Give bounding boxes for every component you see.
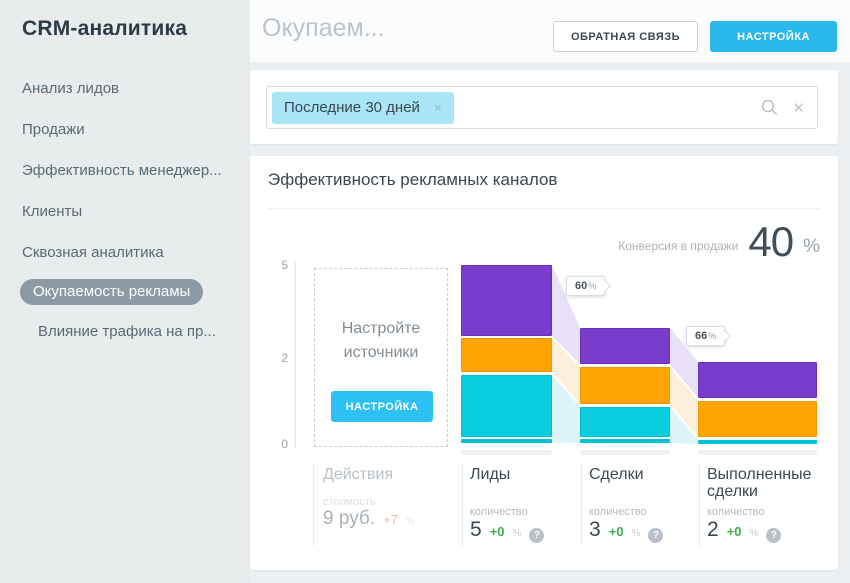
date-range-chip[interactable]: Последние 30 дней × — [272, 92, 454, 124]
bar-deals-cyan-segment[interactable] — [580, 407, 670, 437]
stat-actions-value-row: 9 руб. +7 % — [323, 508, 415, 530]
ribbon-cyan-2 — [670, 407, 698, 444]
ribbon-orange-1 — [552, 338, 580, 404]
setup-sources-text: Настройте источники — [315, 317, 447, 365]
bar-deals-track — [580, 450, 670, 455]
sidebar-item-ad-payback-active[interactable]: Окупаемость рекламы — [20, 279, 203, 305]
stat-completed-delta-unit: % — [750, 528, 759, 539]
y-tick-0: 0 — [272, 437, 288, 451]
bar-deals-orange-segment[interactable] — [580, 367, 670, 404]
stat-separator — [699, 464, 700, 546]
conversion-value: 40 — [748, 218, 793, 266]
sidebar-item-sales[interactable]: Продажи — [22, 121, 85, 138]
stat-leads-delta: +0 — [490, 524, 505, 539]
sidebar-item-traffic-influence[interactable]: Влияние трафика на пр... — [38, 323, 216, 340]
chart-title: Эффективность рекламных каналов — [268, 170, 557, 190]
stat-actions-title: Действия — [323, 466, 393, 483]
feedback-button[interactable]: ОБРАТНАЯ СВЯЗЬ — [553, 21, 698, 52]
sidebar: CRM-аналитика Анализ лидов Продажи Эффек… — [0, 0, 250, 583]
y-tick-2: 2 — [272, 351, 288, 365]
stat-deals-sublabel: количество — [589, 506, 647, 518]
stat-actions-sublabel: стоимость — [323, 496, 376, 508]
stat-leads-title: Лиды — [470, 466, 510, 483]
conversion-to-sales: Конверсия в продажи 40 % — [618, 218, 820, 266]
help-icon[interactable]: ? — [529, 528, 544, 543]
bar-completed-track — [698, 450, 817, 455]
bar-completed-orange-segment[interactable] — [698, 401, 817, 437]
bar-leads-base-strip — [461, 439, 552, 443]
stat-completed-sublabel: количество — [707, 506, 765, 518]
stat-deals-title: Сделки — [589, 466, 644, 483]
sidebar-item-clients[interactable]: Клиенты — [22, 203, 82, 220]
filter-panel: Последние 30 дней × ✕ — [250, 70, 838, 144]
clear-filter-icon[interactable]: ✕ — [792, 99, 805, 117]
transition-badge-66: 66 % — [686, 326, 725, 346]
stat-deals-value: 3 — [589, 518, 601, 542]
stat-leads-value-row: 5 +0 % ? — [470, 518, 544, 542]
settings-button[interactable]: НАСТРОЙКА — [710, 21, 837, 52]
y-tick-5: 5 — [272, 258, 288, 272]
filter-searchbox[interactable]: Последние 30 дней × ✕ — [266, 86, 818, 129]
stat-completed-title: Выполненные сделки — [707, 466, 822, 500]
stat-actions-delta-unit: % — [406, 516, 415, 527]
stat-leads-sublabel: количество — [470, 506, 528, 518]
bar-leads-orange-segment[interactable] — [461, 338, 552, 372]
stat-leads-delta-unit: % — [513, 528, 522, 539]
ribbon-cyan-1 — [552, 375, 580, 443]
setup-sources-placeholder: Настройте источники НАСТРОЙКА — [314, 268, 448, 447]
chart-panel: Эффективность рекламных каналов Конверси… — [250, 156, 838, 570]
search-icon[interactable] — [761, 99, 778, 116]
page-header: Окупаем... ОБРАТНАЯ СВЯЗЬ НАСТРОЙКА — [250, 0, 850, 62]
bar-deals-purple-segment[interactable] — [580, 328, 670, 364]
page-title: Окупаем... — [262, 14, 385, 43]
stat-separator — [313, 464, 314, 546]
divider — [268, 208, 820, 209]
stat-deals-value-row: 3 +0 % ? — [589, 518, 663, 542]
bar-leads-track — [461, 450, 552, 455]
setup-sources-button[interactable]: НАСТРОЙКА — [331, 391, 433, 422]
stat-separator — [581, 464, 582, 546]
stat-leads-value: 5 — [470, 518, 482, 542]
stat-actions-delta: +7 — [383, 512, 398, 527]
stat-actions-value: 9 руб. — [323, 508, 375, 530]
stat-deals-delta: +0 — [609, 524, 624, 539]
bar-leads-cyan-segment[interactable] — [461, 375, 552, 437]
chip-close-icon[interactable]: × — [434, 101, 442, 114]
ribbon-orange-2 — [670, 367, 698, 437]
help-icon[interactable]: ? — [648, 528, 663, 543]
app-title: CRM-аналитика — [22, 17, 187, 41]
bar-completed-cyan-strip[interactable] — [698, 440, 817, 444]
stat-completed-value-row: 2 +0 % ? — [707, 518, 781, 542]
date-range-chip-label: Последние 30 дней — [284, 99, 420, 116]
filter-search-input[interactable] — [454, 87, 762, 128]
sidebar-item-manager-efficiency[interactable]: Эффективность менеджер... — [22, 162, 222, 179]
bar-leads-purple-segment[interactable] — [461, 265, 552, 336]
help-icon[interactable]: ? — [766, 528, 781, 543]
sidebar-item-end-to-end-analytics[interactable]: Сквозная аналитика — [22, 244, 164, 261]
stat-completed-value: 2 — [707, 518, 719, 542]
transition-badge-60: 60 % — [566, 276, 605, 296]
sidebar-item-lead-analysis[interactable]: Анализ лидов — [22, 80, 119, 97]
stat-separator — [462, 464, 463, 546]
stat-deals-delta-unit: % — [632, 528, 641, 539]
conversion-unit: % — [803, 236, 820, 258]
y-axis-line — [295, 262, 296, 449]
conversion-label: Конверсия в продажи — [618, 239, 738, 253]
stat-completed-delta: +0 — [727, 524, 742, 539]
bar-completed-purple-segment[interactable] — [698, 362, 817, 398]
bar-deals-base-strip — [580, 439, 670, 443]
